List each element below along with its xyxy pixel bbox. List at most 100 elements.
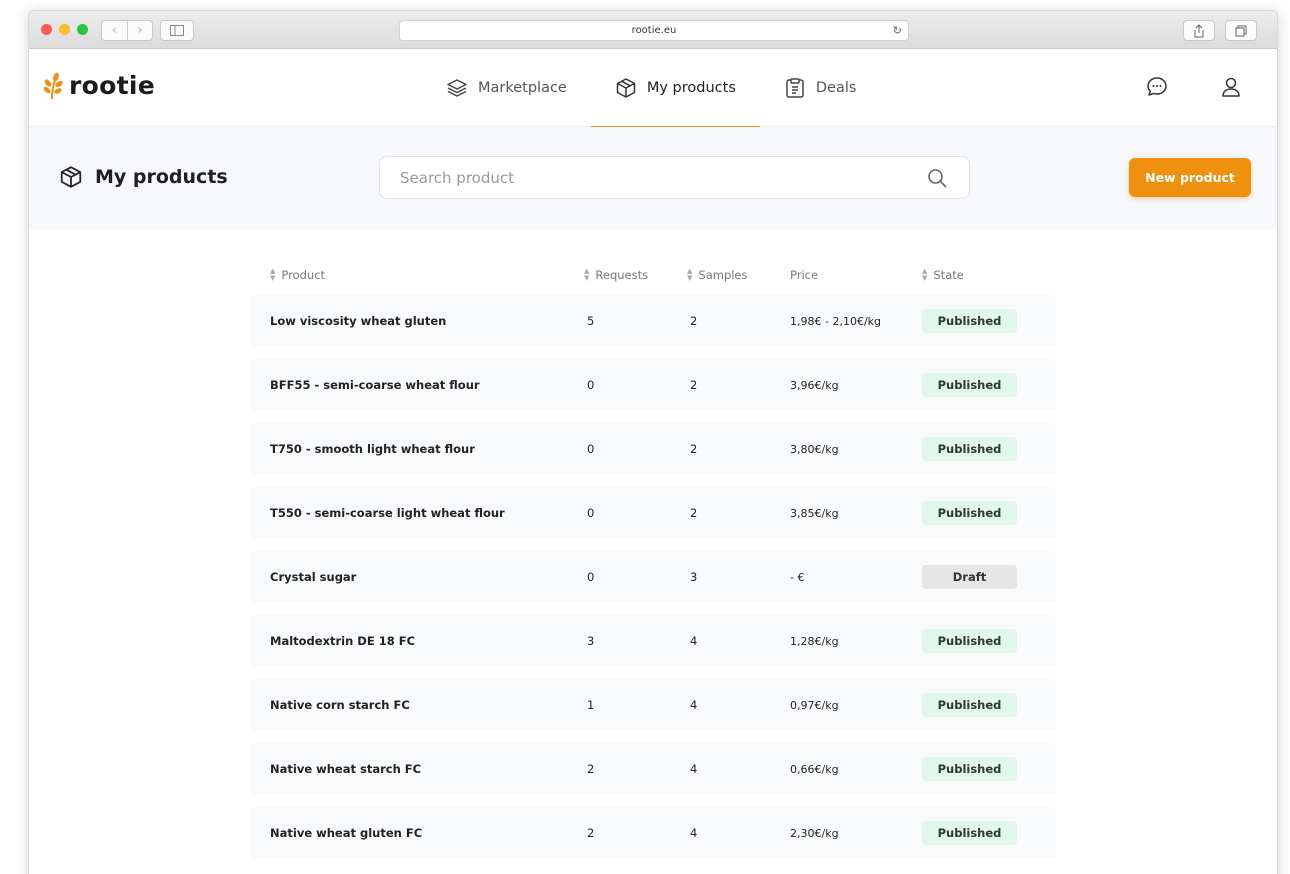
samples-count: 4 xyxy=(690,762,698,776)
sidebar-toggle-button[interactable] xyxy=(160,20,194,41)
samples-count: 4 xyxy=(690,826,698,840)
tabs-button[interactable] xyxy=(1225,20,1257,41)
sort-icon: ▲ ▼ xyxy=(270,267,276,282)
share-button[interactable] xyxy=(1183,20,1215,41)
window-controls xyxy=(41,24,88,35)
samples-count: 2 xyxy=(690,442,698,456)
product-name: T550 - semi-coarse light wheat flour xyxy=(270,506,505,520)
table-row[interactable]: Native wheat gluten FC 2 4 2,30€/kg Publ… xyxy=(250,807,1056,859)
history-buttons: ‹ › xyxy=(101,20,153,41)
product-name: Crystal sugar xyxy=(270,570,357,584)
nav-marketplace[interactable]: Marketplace xyxy=(422,49,591,127)
product-price: 2,30€/kg xyxy=(790,826,839,840)
status-badge: Published xyxy=(922,821,1017,845)
status-badge: Published xyxy=(922,693,1017,717)
page-header: My products New product xyxy=(29,127,1277,229)
samples-count: 4 xyxy=(690,698,698,712)
table-row[interactable]: Low viscosity wheat gluten 5 2 1,98€ - 2… xyxy=(250,295,1056,347)
status-badge: Published xyxy=(922,629,1017,653)
product-price: 0,97€/kg xyxy=(790,698,839,712)
status-badge: Published xyxy=(922,309,1017,333)
product-price: 3,80€/kg xyxy=(790,442,839,456)
samples-count: 2 xyxy=(690,314,698,328)
product-name: Native corn starch FC xyxy=(270,698,410,712)
product-price: 3,96€/kg xyxy=(790,378,839,392)
chat-icon[interactable] xyxy=(1145,75,1169,99)
table-row[interactable]: T550 - semi-coarse light wheat flour 0 2… xyxy=(250,487,1056,539)
requests-count: 0 xyxy=(587,506,595,520)
search-icon[interactable] xyxy=(927,168,947,188)
new-product-button[interactable]: New product xyxy=(1129,158,1251,197)
address-url: rootie.eu xyxy=(631,25,677,36)
nav-deals-label: Deals xyxy=(815,80,857,96)
layers-icon xyxy=(447,79,467,97)
logo-text: rootie xyxy=(69,71,155,100)
requests-count: 0 xyxy=(587,378,595,392)
sort-icon: ▲ ▼ xyxy=(687,267,693,282)
requests-count: 5 xyxy=(587,314,595,328)
table-row[interactable]: Maltodextrin DE 18 FC 3 4 1,28€/kg Publi… xyxy=(250,615,1056,667)
column-header-samples[interactable]: ▲ ▼ Samples xyxy=(687,267,790,283)
nav-marketplace-label: Marketplace xyxy=(478,80,567,96)
requests-count: 2 xyxy=(587,826,595,840)
table-row[interactable]: BFF55 - semi-coarse wheat flour 0 2 3,96… xyxy=(250,359,1056,411)
forward-button[interactable]: › xyxy=(127,20,153,41)
chevron-right-icon: › xyxy=(137,23,143,38)
status-badge: Draft xyxy=(922,565,1017,589)
product-name: Native wheat gluten FC xyxy=(270,826,423,840)
product-price: - € xyxy=(790,570,805,584)
samples-count: 4 xyxy=(690,634,698,648)
reload-icon[interactable]: ↻ xyxy=(893,24,902,37)
product-name: Native wheat starch FC xyxy=(270,762,422,776)
column-header-product[interactable]: ▲ ▼ Product xyxy=(250,267,584,283)
product-price: 0,66€/kg xyxy=(790,762,839,776)
column-header-price: Price xyxy=(790,268,819,282)
tabs-icon xyxy=(1235,25,1247,36)
samples-count: 3 xyxy=(690,570,698,584)
maximize-window-button[interactable] xyxy=(77,24,88,35)
requests-count: 2 xyxy=(587,762,595,776)
sort-icon: ▲ ▼ xyxy=(922,267,928,282)
products-table: ▲ ▼ Product ▲ ▼ Requests ▲ ▼ Samples Price … xyxy=(250,255,1056,871)
nav-my-products-label: My products xyxy=(646,80,736,96)
table-header: ▲ ▼ Product ▲ ▼ Requests ▲ ▼ Samples Price … xyxy=(250,255,1056,295)
browser-toolbar: ‹ › rootie.eu ↻ xyxy=(29,11,1277,49)
status-badge: Published xyxy=(922,373,1017,397)
product-name: Low viscosity wheat gluten xyxy=(270,314,447,328)
requests-count: 1 xyxy=(587,698,595,712)
nav-my-products[interactable]: My products xyxy=(590,49,760,128)
page-title: My products xyxy=(59,165,228,189)
page-title-text: My products xyxy=(95,166,228,188)
column-header-requests[interactable]: ▲ ▼ Requests xyxy=(584,268,687,283)
close-window-button[interactable] xyxy=(41,24,52,35)
document-icon xyxy=(786,78,804,98)
product-name: BFF55 - semi-coarse wheat flour xyxy=(270,378,480,392)
product-price: 1,98€ - 2,10€/kg xyxy=(790,314,882,328)
product-name: Maltodextrin DE 18 FC xyxy=(270,634,416,648)
box-icon xyxy=(616,78,636,98)
requests-count: 3 xyxy=(587,634,595,648)
table-row[interactable]: Crystal sugar 0 3 - € Draft xyxy=(250,551,1056,603)
address-bar[interactable]: rootie.eu ↻ xyxy=(399,20,909,41)
back-button[interactable]: ‹ xyxy=(101,20,127,41)
status-badge: Published xyxy=(922,437,1017,461)
table-row[interactable]: Native corn starch FC 1 4 0,97€/kg Publi… xyxy=(250,679,1056,731)
nav-deals[interactable]: Deals xyxy=(760,49,881,127)
header-actions xyxy=(1145,75,1243,99)
app-header: rootie Marketplace My products Deals xyxy=(29,49,1277,128)
box-icon xyxy=(60,166,82,188)
search-box xyxy=(379,156,970,199)
search-input[interactable] xyxy=(380,157,900,198)
table-row[interactable]: T750 - smooth light wheat flour 0 2 3,80… xyxy=(250,423,1056,475)
logo[interactable]: rootie xyxy=(41,71,155,100)
minimize-window-button[interactable] xyxy=(59,24,70,35)
samples-count: 2 xyxy=(690,378,698,392)
chevron-left-icon: ‹ xyxy=(111,23,118,38)
product-price: 3,85€/kg xyxy=(790,506,839,520)
user-icon[interactable] xyxy=(1219,75,1243,99)
table-row[interactable]: Native wheat starch FC 2 4 0,66€/kg Publ… xyxy=(250,743,1056,795)
browser-actions xyxy=(1183,20,1257,41)
product-name: T750 - smooth light wheat flour xyxy=(270,442,475,456)
main-nav: Marketplace My products Deals xyxy=(422,49,881,128)
column-header-state[interactable]: ▲ ▼ State xyxy=(922,267,1056,283)
